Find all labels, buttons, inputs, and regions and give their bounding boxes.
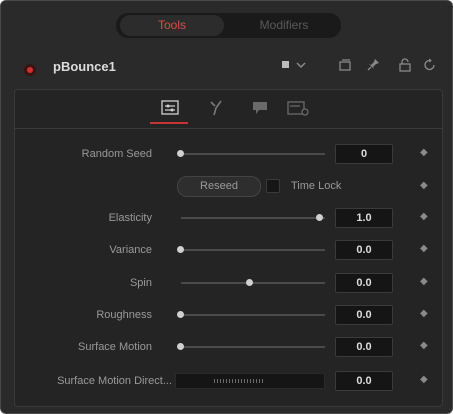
tool-name: pBounce1 <box>53 59 116 74</box>
random-seed-field[interactable]: 0 <box>335 144 393 164</box>
elasticity-label: Elasticity <box>108 212 152 224</box>
elasticity-field[interactable]: 1.0 <box>335 208 393 228</box>
spin-field[interactable]: 0.0 <box>335 273 393 293</box>
variance-knob[interactable] <box>177 246 184 253</box>
random-seed-knob[interactable] <box>177 150 184 157</box>
roughness-knob[interactable] <box>177 311 184 318</box>
random-seed-label: Random Seed <box>81 148 152 160</box>
variance-keyframe-icon[interactable]: ◆ <box>420 243 428 254</box>
time-lock-keyframe-icon[interactable]: ◆ <box>420 180 428 191</box>
surface-motion-direction-thumbwheel[interactable] <box>175 373 325 389</box>
roughness-label: Roughness <box>96 309 152 321</box>
controls-box: Random Seed 0 ◆ Reseed Time Lock ◆ Elast… <box>14 89 443 407</box>
version-icon[interactable] <box>336 58 354 78</box>
pin-icon[interactable] <box>364 58 382 78</box>
surface-motion-field[interactable]: 0.0 <box>335 337 393 357</box>
surface-motion-slider[interactable] <box>181 346 325 348</box>
surface-motion-keyframe-icon[interactable]: ◆ <box>420 340 428 351</box>
elasticity-keyframe-icon[interactable]: ◆ <box>420 211 428 222</box>
elasticity-knob[interactable] <box>316 214 323 221</box>
time-lock-checkbox[interactable] <box>266 179 280 193</box>
square-dropdown-icon[interactable] <box>277 58 313 78</box>
tab-modifiers[interactable]: Modifiers <box>234 13 334 38</box>
top-tab-bar: Tools Modifiers <box>116 13 341 38</box>
variance-field[interactable]: 0.0 <box>335 240 393 260</box>
roughness-field[interactable]: 0.0 <box>335 305 393 325</box>
time-lock-label: Time Lock <box>291 180 342 192</box>
inspector-panel: Tools Modifiers pBounce1 Random Seed 0 ◆… <box>0 0 453 414</box>
divider <box>15 128 442 129</box>
surface-motion-direction-label: Surface Motion Direct... <box>57 375 172 387</box>
roughness-keyframe-icon[interactable]: ◆ <box>420 308 428 319</box>
surface-motion-direction-field[interactable]: 0.0 <box>335 371 393 391</box>
roughness-slider[interactable] <box>181 314 325 316</box>
elasticity-slider[interactable] <box>181 217 325 219</box>
variance-label: Variance <box>109 244 152 256</box>
spin-slider[interactable] <box>181 282 325 284</box>
controls-icon[interactable] <box>150 98 188 124</box>
reset-icon[interactable] <box>421 58 439 78</box>
random-seed-slider[interactable] <box>181 153 325 155</box>
lock-icon[interactable] <box>397 58 413 78</box>
spin-label: Spin <box>129 277 152 289</box>
region-icon[interactable] <box>247 98 273 118</box>
variance-slider[interactable] <box>181 249 325 251</box>
surface-motion-label: Surface Motion <box>78 341 152 353</box>
random-seed-keyframe-icon[interactable]: ◆ <box>420 147 428 158</box>
tab-tools[interactable]: Tools <box>120 15 224 36</box>
style-icon[interactable] <box>203 98 229 118</box>
settings-icon[interactable] <box>285 98 311 118</box>
reseed-button[interactable]: Reseed <box>177 176 261 197</box>
surface-motion-direction-keyframe-icon[interactable]: ◆ <box>420 374 428 385</box>
spin-keyframe-icon[interactable]: ◆ <box>420 276 428 287</box>
tool-enable-toggle[interactable] <box>24 64 36 76</box>
surface-motion-knob[interactable] <box>177 343 184 350</box>
spin-knob[interactable] <box>246 279 253 286</box>
